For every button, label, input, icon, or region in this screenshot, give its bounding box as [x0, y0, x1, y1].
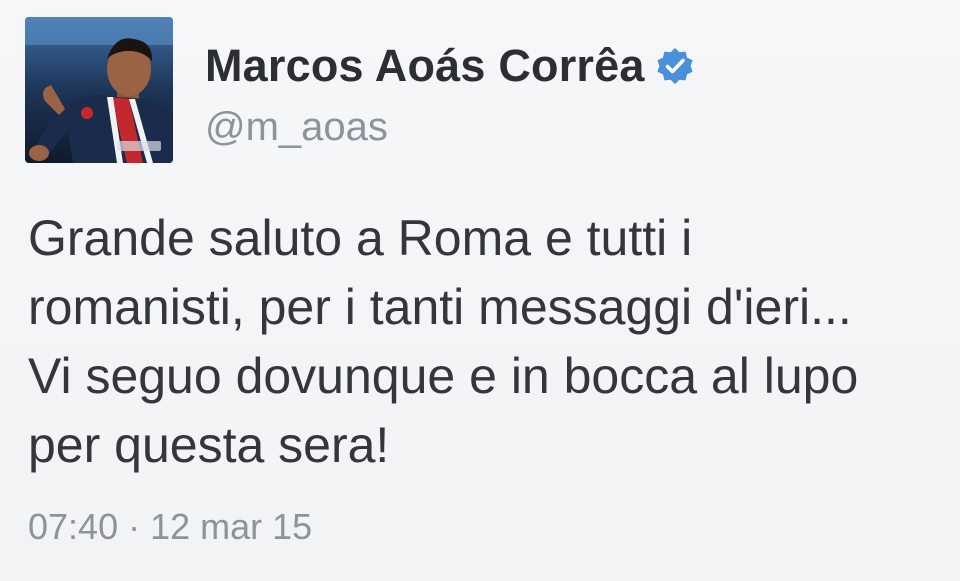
- player-photo-image: [25, 17, 173, 163]
- tweet-timestamp[interactable]: 07:40 · 12 mar 15: [28, 506, 312, 548]
- tweet-text: Grande saluto a Roma e tutti i romanisti…: [28, 210, 859, 473]
- timestamp-separator: ·: [128, 506, 141, 547]
- tweet-time: 07:40: [28, 506, 119, 547]
- verified-badge-icon: [655, 46, 695, 86]
- author-display-name[interactable]: Marcos Aoás Corrêa: [205, 40, 645, 92]
- avatar[interactable]: [25, 17, 173, 163]
- tweet-card: Marcos Aoás Corrêa @m_aoas Grande saluto…: [0, 0, 960, 581]
- author-handle[interactable]: @m_aoas: [205, 105, 388, 150]
- author-name-row: Marcos Aoás Corrêa: [205, 38, 695, 94]
- tweet-date: 12 mar 15: [150, 506, 313, 547]
